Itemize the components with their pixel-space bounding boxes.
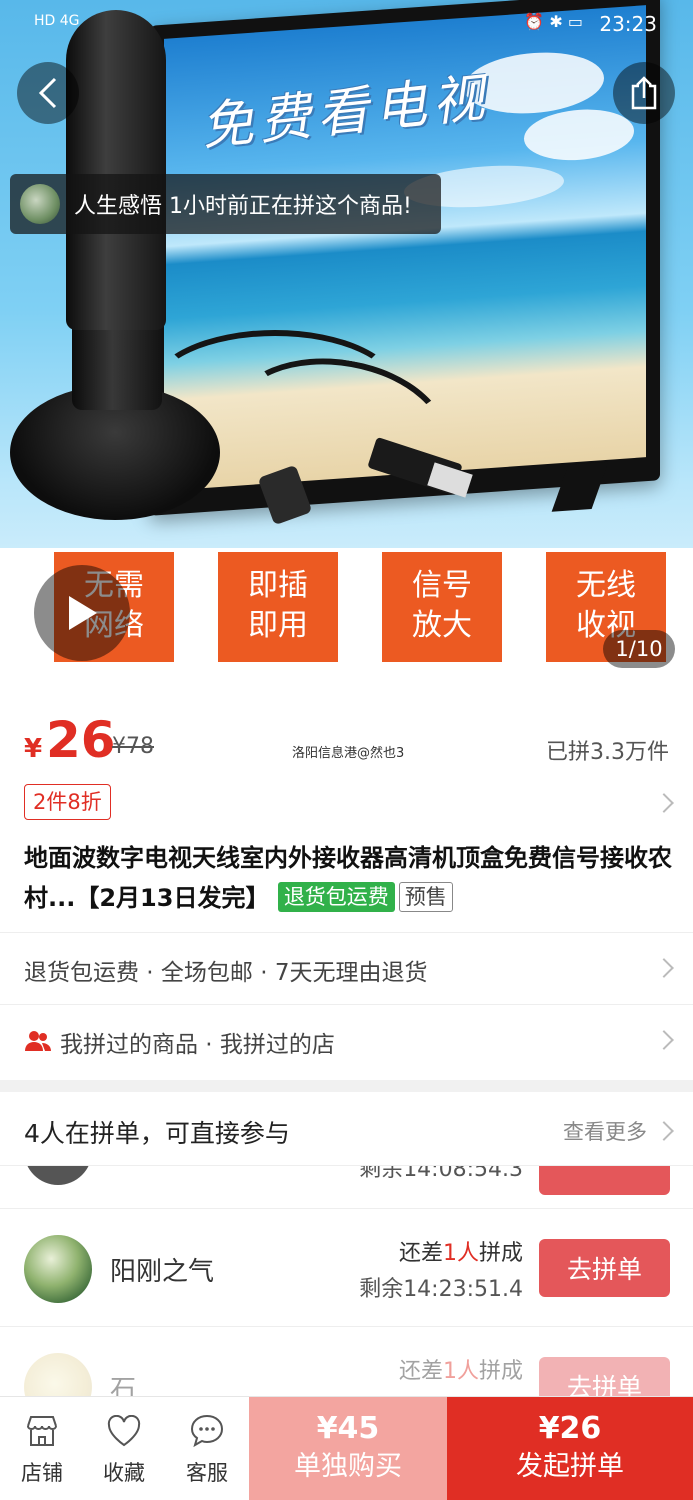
presale-tag: 预售 <box>398 882 453 912</box>
service-label: 客服 <box>186 1461 228 1485</box>
group-row: 剩余14:08:54.3 <box>0 1166 693 1209</box>
sold-count: 已拼3.3万件 <box>546 740 669 765</box>
group-icon <box>24 1030 52 1058</box>
status-icons: ⏰ ✱ ▭ <box>524 12 583 31</box>
chevron-right-icon[interactable] <box>654 1121 674 1141</box>
image-counter: 1/10 <box>603 630 675 668</box>
solo-label: 单独购买 <box>294 1451 402 1482</box>
store-label: 店铺 <box>21 1461 63 1485</box>
group-price: ¥26 <box>538 1411 602 1446</box>
discount-badge[interactable]: 2件8折 <box>24 784 111 820</box>
group-need-text: 还差1人拼成 <box>398 1359 523 1384</box>
play-video-button[interactable] <box>34 565 130 661</box>
watermark-text: 洛阳信息港@然也3 <box>292 746 405 761</box>
play-icon <box>69 596 97 630</box>
avatar <box>24 1353 92 1396</box>
chevron-left-icon <box>38 77 57 109</box>
network-indicator: HD 4G <box>34 13 80 29</box>
start-group-buy-button[interactable]: ¥26 发起拼单 <box>447 1397 693 1500</box>
chevron-right-icon <box>654 1030 674 1050</box>
chat-icon <box>189 1413 225 1449</box>
history-row[interactable]: 我拼过的商品 · 我拼过的店 <box>0 1004 693 1074</box>
section-divider <box>0 1080 693 1092</box>
group-leader-name: 石 <box>110 1375 137 1396</box>
favorite-button[interactable]: 收藏 <box>94 1413 154 1487</box>
view-more-link[interactable]: 查看更多 <box>563 1116 647 1146</box>
back-button[interactable] <box>17 62 79 124</box>
heart-icon <box>106 1413 142 1449</box>
store-icon <box>24 1413 60 1449</box>
product-title: 地面波数字电视天线室内外接收器高清机顶盒免费信号接收农村...【2月13日发完】… <box>24 844 672 912</box>
join-group-button[interactable] <box>539 1166 670 1195</box>
group-row: 石 还差1人拼成 去拼单 <box>0 1327 693 1396</box>
group-buy-header: 4人在拼单，可直接参与 查看更多 <box>0 1092 693 1166</box>
return-shipping-tag: 退货包运费 <box>277 882 395 912</box>
share-button[interactable] <box>613 62 675 124</box>
sale-price: 26 <box>46 711 116 769</box>
group-label: 发起拼单 <box>516 1451 624 1482</box>
group-countdown: 剩余14:23:51.4 <box>359 1277 523 1302</box>
customer-service-button[interactable]: 客服 <box>177 1413 237 1487</box>
antenna-illustration <box>66 10 166 330</box>
join-group-button[interactable]: 去拼单 <box>539 1357 670 1396</box>
original-price: ¥78 <box>112 734 154 759</box>
service-text: 退货包运费 · 全场包邮 · 7天无理由退货 <box>24 960 428 986</box>
share-icon <box>631 76 657 110</box>
group-row: 阳刚之气 还差1人拼成 剩余14:23:51.4 去拼单 <box>0 1209 693 1327</box>
store-button[interactable]: 店铺 <box>12 1413 72 1487</box>
group-need-text: 还差1人拼成 <box>398 1241 523 1266</box>
solo-price: ¥45 <box>316 1411 380 1446</box>
recent-buyer-toast: 人生感悟 1小时前正在拼这个商品! <box>10 174 441 234</box>
group-leader-name: 阳刚之气 <box>110 1257 215 1287</box>
avatar <box>24 1166 92 1185</box>
history-text: 我拼过的商品 · 我拼过的店 <box>60 1032 335 1058</box>
group-buy-title: 4人在拼单，可直接参与 <box>24 1119 290 1148</box>
currency-symbol: ¥ <box>24 734 43 764</box>
buy-alone-button[interactable]: ¥45 单独购买 <box>249 1397 447 1500</box>
clock: 23:23 <box>599 12 657 36</box>
avatar <box>24 1235 92 1303</box>
bottom-action-bar: 店铺 收藏 客服 ¥45 单独购买 ¥26 发起拼单 <box>0 1396 693 1500</box>
group-list[interactable]: 剩余14:08:54.3 阳刚之气 还差1人拼成 剩余14:23:51.4 去拼… <box>0 1166 693 1396</box>
status-bar: HD 4G ⏰ ✱ ▭ 23:23 <box>0 0 693 48</box>
favorite-label: 收藏 <box>103 1461 145 1485</box>
chevron-right-icon[interactable] <box>654 793 674 813</box>
chevron-right-icon <box>654 958 674 978</box>
avatar <box>20 184 60 224</box>
feature-badge: 信号 放大 <box>382 552 502 662</box>
join-group-button[interactable]: 去拼单 <box>539 1239 670 1297</box>
feature-badge: 即插 即用 <box>218 552 338 662</box>
service-row[interactable]: 退货包运费 · 全场包邮 · 7天无理由退货 <box>0 932 693 1002</box>
